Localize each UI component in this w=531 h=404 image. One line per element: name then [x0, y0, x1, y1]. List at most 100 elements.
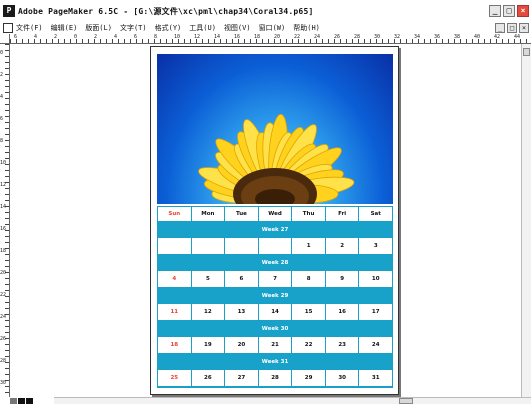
sunflower-image	[198, 114, 355, 204]
ruler-tick-label: 22	[294, 34, 301, 40]
day-cell: 8	[292, 271, 326, 288]
ruler-tick-label: 18	[0, 248, 7, 254]
ruler-tick-label: 12	[0, 182, 7, 188]
doc-close-button[interactable]: ×	[519, 23, 529, 33]
day-cell	[191, 238, 226, 255]
ruler-tick-label: 14	[0, 204, 7, 210]
ruler-tick-label: 8	[154, 34, 158, 40]
vertical-scrollbar[interactable]	[521, 44, 531, 397]
ruler-tick-label: 12	[194, 34, 201, 40]
day-header-wed: Wed	[258, 207, 293, 222]
week-band: Week 27	[158, 222, 392, 238]
week-band: Week 31	[158, 354, 392, 370]
vertical-ruler[interactable]: 0 2 4 6 8 10 12 14 16 18 20 22 24 26 28 30	[0, 44, 10, 397]
doc-restore-button[interactable]: □	[507, 23, 517, 33]
page-icons[interactable]	[10, 397, 54, 404]
minimize-button[interactable]: _	[489, 5, 501, 17]
ruler-tick-label: 38	[454, 34, 461, 40]
menu-layout[interactable]: 版面(L)	[85, 23, 112, 33]
ruler-tick-label: 14	[214, 34, 221, 40]
day-cell	[225, 238, 259, 255]
day-cell: 7	[258, 271, 293, 288]
title-bar: P Adobe PageMaker 6.5C - [G:\源文件\xc\pml\…	[0, 0, 531, 22]
menu-edit[interactable]: 编辑(E)	[51, 23, 78, 33]
ruler-tick-label: 26	[0, 336, 7, 342]
day-cell: 19	[191, 337, 226, 354]
day-cell: 29	[292, 370, 326, 387]
ruler-tick-label: 24	[314, 34, 321, 40]
week-band: Week 29	[158, 288, 392, 304]
ruler-tick-label: 16	[234, 34, 241, 40]
day-cell: 24	[359, 337, 393, 354]
maximize-button[interactable]: □	[503, 5, 515, 17]
week-row: 4 5 6 7 8 9 10	[158, 271, 393, 288]
ruler-tick-label: 20	[0, 270, 7, 276]
day-header-row: Sun Mon Tue Wed Thu Fri Sat	[158, 207, 393, 222]
ruler-origin[interactable]	[0, 34, 10, 44]
day-cell: 13	[225, 304, 259, 321]
day-cell: 11	[158, 304, 192, 321]
menu-file[interactable]: 文件(F)	[16, 23, 43, 33]
horizontal-ruler[interactable]: 6 4 2 0 2 4 6 8 10 12 14 16 18 20 22 24 26 28 30 32 34 36 38 40…	[10, 34, 531, 44]
day-cell: 1	[292, 238, 326, 255]
calendar-grid: Sun Mon Tue Wed Thu Fri Sat Week 27 1 2 …	[157, 206, 393, 388]
ruler-tick-label: 22	[0, 292, 7, 298]
ruler-tick-label: 16	[0, 226, 7, 232]
ruler-tick-label: 4	[0, 94, 4, 100]
day-cell: 6	[225, 271, 259, 288]
doc-minimize-button[interactable]: _	[495, 23, 505, 33]
day-header-tue: Tue	[225, 207, 259, 222]
day-cell: 5	[191, 271, 226, 288]
horizontal-scrollbar[interactable]	[54, 397, 531, 404]
document-icon[interactable]	[3, 23, 13, 33]
day-header-mon: Mon	[191, 207, 226, 222]
ruler-tick-label: 6	[14, 34, 18, 40]
menu-window[interactable]: 窗口(W)	[259, 23, 286, 33]
week-row: 25 26 27 28 29 30 31	[158, 370, 393, 387]
page-1-icon[interactable]	[26, 397, 33, 404]
window-title: Adobe PageMaker 6.5C - [G:\源文件\xc\pml\ch…	[18, 6, 314, 16]
day-cell: 14	[258, 304, 293, 321]
day-cell: 22	[292, 337, 326, 354]
week-row: 18 19 20 21 22 23 24	[158, 337, 393, 354]
master-page-icon[interactable]	[18, 397, 25, 404]
menu-view[interactable]: 视图(V)	[224, 23, 251, 33]
day-cell: 21	[258, 337, 293, 354]
day-cell: 18	[158, 337, 192, 354]
ruler-tick-label: 32	[394, 34, 401, 40]
pagemaker-app-icon[interactable]: P	[3, 5, 15, 17]
menu-tools[interactable]: 工具(U)	[189, 23, 216, 33]
vertical-scroll-thumb[interactable]	[523, 48, 530, 56]
day-cell: 31	[359, 370, 393, 387]
ruler-tick-label: 24	[0, 314, 7, 320]
ruler-tick-label: 2	[94, 34, 98, 40]
ruler-tick-label: 18	[254, 34, 261, 40]
day-cell: 25	[158, 370, 192, 387]
ruler-tick-label: 0	[74, 34, 78, 40]
menu-type[interactable]: 文字(T)	[120, 23, 147, 33]
ruler-tick-label: 2	[0, 72, 4, 78]
ruler-tick-label: 6	[0, 116, 4, 122]
master-page-icon[interactable]	[10, 397, 17, 404]
ruler-tick-label: 42	[494, 34, 501, 40]
sunflower-photo[interactable]	[157, 54, 393, 204]
ruler-tick-label: 28	[354, 34, 361, 40]
menu-help[interactable]: 帮助(H)	[293, 23, 320, 33]
day-cell	[258, 238, 293, 255]
week-row: 11 12 13 14 15 16 17	[158, 304, 393, 321]
ruler-tick-label: 10	[174, 34, 181, 40]
ruler-tick-label: 2	[54, 34, 58, 40]
day-cell: 4	[158, 271, 192, 288]
ruler-tick-label: 10	[0, 160, 7, 166]
day-cell: 27	[225, 370, 259, 387]
menu-bar: 文件(F) 编辑(E) 版面(L) 文字(T) 格式(Y) 工具(U) 视图(V…	[0, 22, 531, 34]
document-page[interactable]: Sun Mon Tue Wed Thu Fri Sat Week 27 1 2 …	[150, 46, 399, 395]
horizontal-scroll-thumb[interactable]	[399, 398, 413, 404]
day-cell: 3	[359, 238, 393, 255]
day-cell	[158, 238, 192, 255]
week-band: Week 30	[158, 321, 392, 337]
close-button[interactable]: ×	[517, 5, 529, 17]
day-cell: 15	[292, 304, 326, 321]
menu-format[interactable]: 格式(Y)	[155, 23, 182, 33]
day-cell: 23	[325, 337, 360, 354]
